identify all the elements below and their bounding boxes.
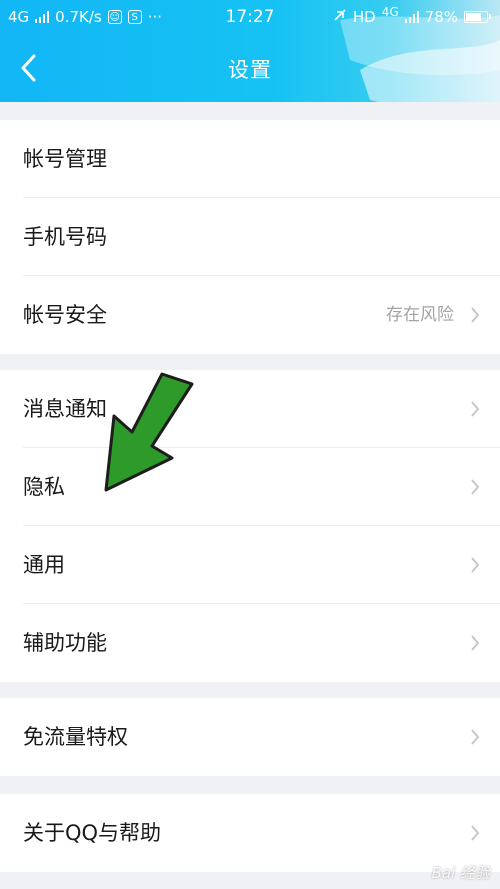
settings-item-label: 免流量特权 [23,725,128,749]
chevron-right-icon [471,729,480,745]
settings-item-label: 关于QQ与帮助 [23,821,162,845]
battery-icon [464,11,491,23]
chevron-right-icon [471,557,480,573]
settings-item-about-help[interactable]: 关于QQ与帮助 [0,794,500,872]
hd-label: HD [352,8,376,26]
settings-item-account-security[interactable]: 帐号安全 存在风险 [0,276,500,354]
chevron-right-icon [471,825,480,841]
signal-icon-right [404,11,419,23]
settings-item-label: 隐私 [23,475,65,499]
battery-percent: 78% [424,8,458,26]
settings-item-label: 手机号码 [23,225,107,249]
settings-item-label: 通用 [23,553,65,577]
settings-item-account-management[interactable]: 帐号管理 [0,120,500,198]
security-status-value: 存在风险 [386,305,454,325]
settings-item-label: 辅助功能 [23,631,107,655]
status-right: HD 4G 78% [333,5,491,26]
settings-item-accessibility[interactable]: 辅助功能 [0,604,500,682]
nav-bar: 设置 [0,34,500,102]
settings-group-general: 消息通知 隐私 通用 辅助功能 [0,370,500,682]
app-header: 4G 0.7K/s ☺ S ··· 17:27 HD 4G 78% 设置 [0,0,500,102]
chevron-right-icon [471,307,480,323]
battery-fill [466,13,481,21]
mute-icon [333,8,347,26]
settings-item-label: 帐号管理 [23,147,107,171]
chevron-right-icon [471,635,480,651]
settings-item-free-data[interactable]: 免流量特权 [0,698,500,776]
network-type-right: 4G [381,5,399,19]
chevron-right-icon [471,401,480,417]
page-title: 设置 [228,58,272,82]
settings-item-label: 消息通知 [23,397,107,421]
chevron-right-icon [471,479,480,495]
status-bar: 4G 0.7K/s ☺ S ··· 17:27 HD 4G 78% [0,0,500,34]
settings-group-account: 帐号管理 手机号码 帐号安全 存在风险 [0,120,500,354]
settings-item-phone-number[interactable]: 手机号码 [0,198,500,276]
settings-group-data-privilege: 免流量特权 [0,698,500,776]
settings-item-general[interactable]: 通用 [0,526,500,604]
watermark-logo: Bai 经验 [431,864,490,882]
settings-item-label: 帐号安全 [23,303,107,327]
settings-group-about: 关于QQ与帮助 [0,794,500,872]
settings-item-notifications[interactable]: 消息通知 [0,370,500,448]
settings-item-privacy[interactable]: 隐私 [0,448,500,526]
